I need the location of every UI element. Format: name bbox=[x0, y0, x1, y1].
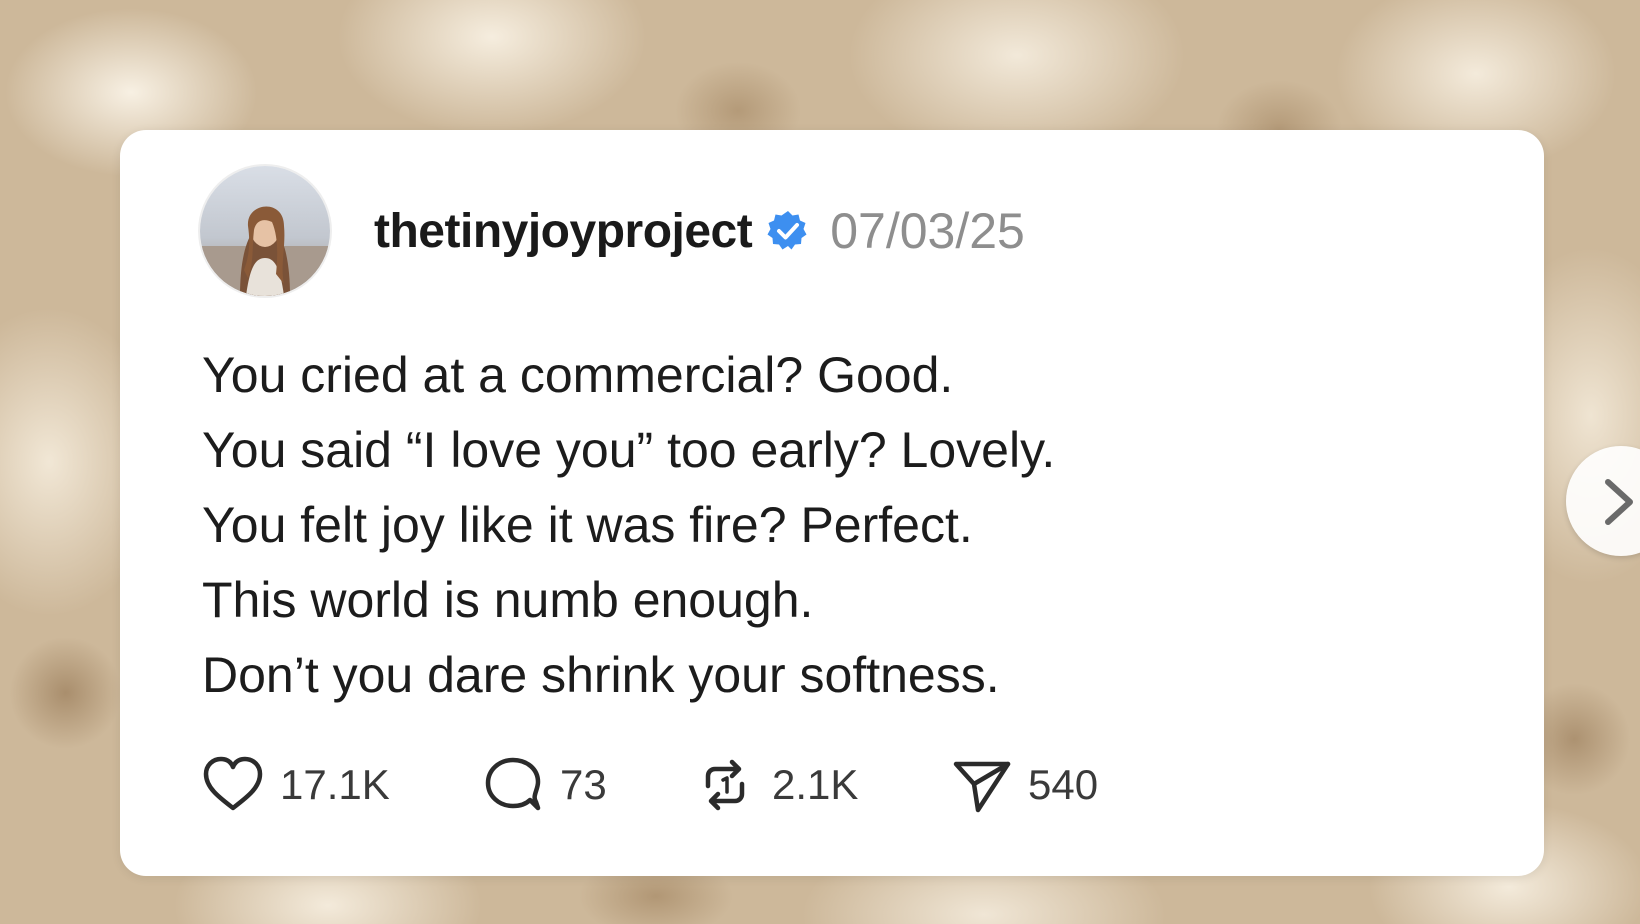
comment-icon bbox=[480, 752, 546, 818]
share-count: 540 bbox=[1028, 761, 1099, 808]
reply-button[interactable]: 73 bbox=[480, 752, 692, 818]
username[interactable]: thetinyjoyproject bbox=[374, 204, 753, 259]
post-text: You cried at a commercial? Good. You sai… bbox=[202, 338, 1452, 713]
avatar[interactable] bbox=[200, 166, 330, 296]
post-text-line: You said “I love you” too early? Lovely. bbox=[202, 422, 1056, 478]
heart-icon bbox=[200, 752, 266, 818]
send-icon bbox=[948, 752, 1014, 818]
post-card: thetinyjoyproject 07/03/25 You cried at … bbox=[120, 130, 1544, 876]
post-date[interactable]: 07/03/25 bbox=[830, 202, 1025, 260]
post-text-line: Don’t you dare shrink your softness. bbox=[202, 647, 1000, 703]
like-count: 17.1K bbox=[280, 761, 390, 808]
like-button[interactable]: 17.1K bbox=[200, 752, 480, 818]
next-slide-button[interactable] bbox=[1566, 446, 1640, 556]
share-button[interactable]: 540 bbox=[948, 752, 1128, 818]
reply-count: 73 bbox=[560, 761, 607, 808]
post-text-line: This world is numb enough. bbox=[202, 572, 814, 628]
repost-count: 2.1K bbox=[772, 761, 859, 808]
verified-badge-icon bbox=[766, 209, 810, 253]
background-image: thetinyjoyproject 07/03/25 You cried at … bbox=[0, 0, 1640, 924]
repost-icon bbox=[692, 752, 758, 818]
chevron-right-icon bbox=[1605, 479, 1633, 525]
post-text-line: You felt joy like it was fire? Perfect. bbox=[202, 497, 973, 553]
repost-button[interactable]: 2.1K bbox=[692, 752, 948, 818]
post-text-line: You cried at a commercial? Good. bbox=[202, 347, 954, 403]
post-header: thetinyjoyproject 07/03/25 bbox=[374, 196, 1025, 266]
post-actions: 17.1K 73 2.1K 540 bbox=[200, 750, 1128, 820]
